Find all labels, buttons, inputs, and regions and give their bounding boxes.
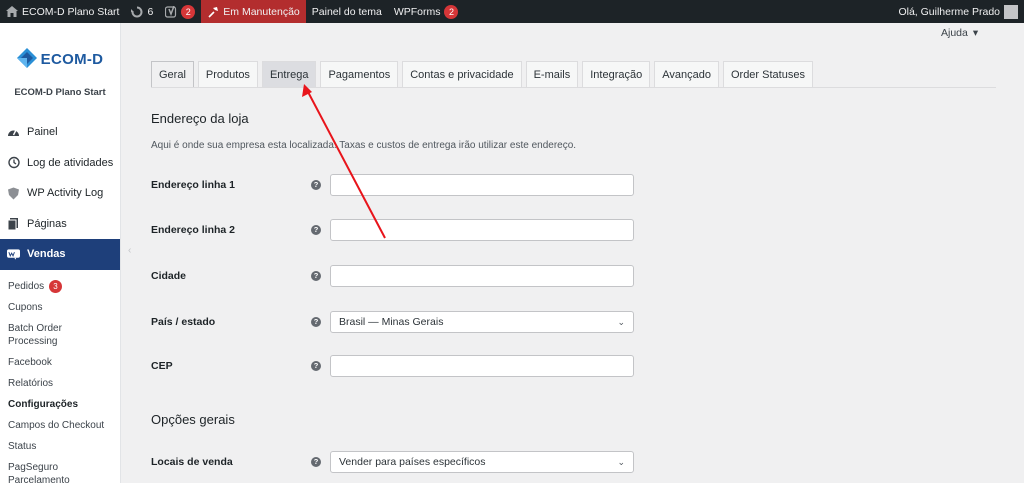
postcode-input[interactable] (330, 355, 634, 377)
wpforms-label: WPForms (393, 5, 441, 18)
ecomd-logo-icon (16, 47, 37, 71)
tab-emails[interactable]: E-mails (525, 61, 579, 87)
submenu-item-pedidos[interactable]: Pedidos 3 (0, 276, 120, 297)
tab-avancado[interactable]: Avançado (654, 61, 719, 87)
updates-count: 6 (147, 5, 154, 18)
sidebar-site-name: ECOM-D Plano Start (14, 87, 106, 98)
sidebar-item-label: Páginas (27, 217, 67, 230)
general-options-heading: Opções gerais (151, 412, 235, 427)
greeting-label: Olá, Guilherme Prado (898, 5, 1000, 18)
maintenance-label: Em Manutenção (223, 5, 300, 18)
yoast-menu[interactable]: 2 (159, 0, 201, 23)
yoast-icon (165, 5, 177, 18)
history-icon (7, 156, 20, 169)
address-line-2-input[interactable] (330, 219, 634, 241)
help-tip-icon[interactable]: ? (311, 457, 321, 467)
sidebar-item-paginas[interactable]: Páginas (0, 209, 120, 240)
submenu-item-pagseguro-parcelamento[interactable]: PagSeguro Parcelamento (0, 457, 120, 483)
sidebar-item-label: Painel (27, 126, 58, 139)
submenu-item-cupons[interactable]: Cupons (0, 297, 120, 318)
tab-pagamentos[interactable]: Pagamentos (320, 61, 399, 87)
admin-bar: ECOM-D Plano Start 6 2 Em Manutenção Pai… (0, 0, 1024, 23)
updates-icon (131, 6, 143, 18)
store-address-description: Aqui é onde sua empresa esta localizada.… (151, 140, 577, 151)
orders-count-badge: 3 (48, 279, 62, 293)
help-tip-icon[interactable]: ? (311, 180, 321, 190)
wpforms-menu[interactable]: WPForms 2 (388, 0, 465, 23)
site-logo[interactable]: ECOM-D (0, 33, 120, 85)
my-account-menu[interactable]: Olá, Guilherme Prado (892, 0, 1024, 23)
tab-produtos[interactable]: Produtos (197, 61, 258, 87)
logo-text: ECOM-D (40, 50, 104, 68)
help-tab-button[interactable]: Ajuda ▾ (941, 27, 978, 39)
selling-locations-select[interactable]: Vender para países específicos ⌄ (330, 451, 634, 473)
collapse-arrow-icon[interactable]: ‹ (128, 245, 131, 256)
tab-order-statuses[interactable]: Order Statuses (722, 61, 813, 87)
sidebar-item-label: Vendas (27, 248, 66, 261)
help-tip-icon[interactable]: ? (311, 225, 321, 235)
sidebar-item-label: Log de atividades (27, 156, 114, 169)
sidebar-item-label: WP Activity Log (27, 187, 104, 200)
caret-down-icon: ▾ (972, 27, 979, 39)
shield-icon (7, 187, 20, 200)
sidebar-item-painel[interactable]: Painel (0, 117, 120, 148)
sidebar-item-vendas[interactable]: Vendas (0, 239, 120, 270)
hammer-icon (207, 6, 219, 18)
city-input[interactable] (330, 265, 634, 287)
submenu-item-configuracoes[interactable]: Configurações (0, 394, 120, 415)
tab-contas-privacidade[interactable]: Contas e privacidade (402, 61, 522, 87)
theme-panel-label: Painel do tema (311, 5, 382, 18)
sidebar-item-wp-activity-log[interactable]: WP Activity Log (0, 178, 120, 209)
tab-geral[interactable]: Geral (151, 61, 194, 87)
home-icon (6, 6, 18, 17)
maintenance-mode-menu[interactable]: Em Manutenção (201, 0, 306, 23)
updates-menu[interactable]: 6 (125, 0, 159, 23)
chevron-down-icon: ⌄ (617, 316, 625, 327)
dashboard-icon (7, 126, 20, 139)
country-state-value: Brasil — Minas Gerais (339, 316, 444, 328)
admin-menu: Painel Log de atividades WP Activity Log… (0, 117, 120, 483)
settings-tabs: Geral Produtos Entrega Pagamentos Contas… (151, 61, 813, 87)
address-line-2-label: Endereço linha 2 (151, 224, 236, 236)
submenu-item-campos-checkout[interactable]: Campos do Checkout (0, 415, 120, 436)
sidebar-item-log-atividades[interactable]: Log de atividades (0, 148, 120, 179)
store-address-heading: Endereço da loja (151, 111, 249, 126)
help-tip-icon[interactable]: ? (311, 317, 321, 327)
site-name-menu[interactable]: ECOM-D Plano Start (0, 0, 125, 23)
submenu-item-label: Pedidos (8, 280, 45, 292)
chevron-down-icon: ⌄ (617, 456, 625, 467)
help-tip-icon[interactable]: ? (311, 361, 321, 371)
submenu-item-status[interactable]: Status (0, 436, 120, 457)
admin-sidebar: ECOM-D ECOM-D Plano Start Painel Log de … (0, 23, 121, 483)
avatar (1004, 4, 1018, 19)
city-label: Cidade (151, 270, 187, 282)
selling-locations-label: Locais de venda (151, 456, 233, 468)
selling-locations-value: Vender para países específicos (339, 456, 486, 468)
tab-entrega[interactable]: Entrega (261, 61, 317, 87)
help-tab-label: Ajuda (941, 27, 968, 39)
arrow-line (306, 89, 386, 239)
submenu-item-relatorios[interactable]: Relatórios (0, 373, 120, 394)
address-line-1-input[interactable] (330, 174, 634, 196)
help-tip-icon[interactable]: ? (311, 271, 321, 281)
submenu-item-facebook[interactable]: Facebook (0, 352, 120, 373)
yoast-badge: 2 (181, 4, 196, 19)
address-line-1-label: Endereço linha 1 (151, 179, 236, 191)
wpforms-badge: 2 (444, 4, 459, 19)
vendas-submenu: Pedidos 3 Cupons Batch Order Processing … (0, 270, 120, 483)
woo-icon (7, 248, 20, 261)
tabs-divider (151, 87, 996, 88)
country-state-select[interactable]: Brasil — Minas Gerais ⌄ (330, 311, 634, 333)
site-name-label: ECOM-D Plano Start (22, 5, 120, 18)
country-state-label: País / estado (151, 316, 216, 328)
postcode-label: CEP (151, 360, 173, 372)
tab-integracao[interactable]: Integração (582, 61, 651, 87)
submenu-item-batch-order-processing[interactable]: Batch Order Processing (0, 318, 120, 352)
pages-icon (7, 217, 20, 231)
theme-panel-menu[interactable]: Painel do tema (306, 0, 388, 23)
